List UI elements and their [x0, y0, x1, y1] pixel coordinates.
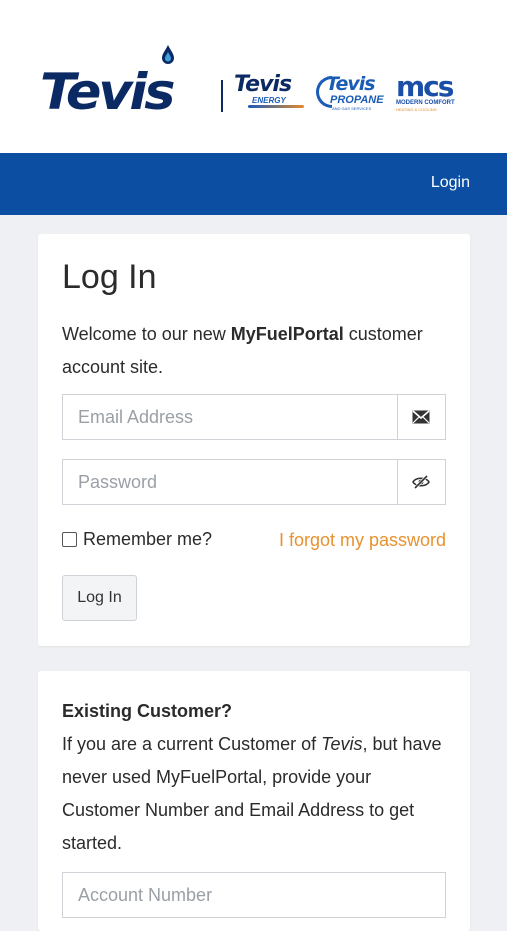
existing-customer-title: Existing Customer?: [62, 701, 233, 721]
tevis-propane-logo[interactable]: Tevis PROPANE AND GAS SERVICES: [316, 73, 384, 112]
password-field[interactable]: [63, 460, 398, 504]
envelope-icon: [397, 395, 445, 439]
flame-arc-graphic: [316, 76, 332, 108]
tevis-energy-logo[interactable]: Tevis ENERGY: [234, 74, 306, 108]
remember-me-checkbox[interactable]: [62, 532, 77, 547]
top-navbar: Login: [0, 153, 507, 215]
account-number-input-group: [62, 872, 446, 918]
tevis-propane-wordmark: Tevis: [326, 73, 376, 95]
existing-customer-text: If you are a current Customer of Tevis, …: [62, 728, 452, 860]
welcome-text: Welcome to our new MyFuelPortal customer…: [62, 318, 452, 384]
login-button[interactable]: Log In: [62, 575, 137, 621]
existing-body-company: Tevis: [321, 734, 363, 754]
remember-me-label: Remember me?: [83, 529, 213, 549]
account-number-field[interactable]: [63, 873, 445, 917]
swoosh-graphic: [248, 105, 304, 108]
brand-logos: Tevis Tevis ENERGY Tevis PROPANE AND GAS…: [40, 44, 470, 118]
eye-slash-icon[interactable]: [397, 460, 445, 504]
mcs-tag: MODERN COMFORT: [396, 100, 455, 106]
login-card: Log In Welcome to our new MyFuelPortal c…: [38, 234, 470, 646]
remember-me[interactable]: Remember me?: [62, 529, 212, 550]
page-title: Log In: [62, 258, 157, 296]
tevis-logo[interactable]: Tevis: [40, 66, 176, 118]
existing-customer-card: Existing Customer? If you are a current …: [38, 671, 470, 931]
tevis-energy-wordmark: Tevis: [234, 72, 292, 97]
email-input-group: [62, 394, 446, 440]
logo-divider: [221, 80, 223, 112]
password-input-group: [62, 459, 446, 505]
mcs-wordmark: mcs: [396, 70, 454, 103]
site-header: Tevis Tevis ENERGY Tevis PROPANE AND GAS…: [0, 0, 507, 153]
modern-comfort-logo[interactable]: mcs MODERN COMFORT HEATING & COOLING: [396, 70, 470, 113]
email-field[interactable]: [63, 395, 398, 439]
tevis-propane-tag: PROPANE: [330, 94, 384, 106]
welcome-brand: MyFuelPortal: [230, 324, 344, 344]
forgot-password-link[interactable]: I forgot my password: [279, 530, 446, 551]
tevis-propane-subtag: AND GAS SERVICES: [332, 106, 372, 111]
welcome-prefix: Welcome to our new: [62, 324, 231, 344]
existing-body-prefix: If you are a current Customer of: [62, 734, 322, 754]
tevis-energy-tag: ENERGY: [252, 96, 286, 105]
mcs-subtag: HEATING & COOLING: [396, 107, 437, 112]
nav-login-link[interactable]: Login: [431, 174, 470, 192]
